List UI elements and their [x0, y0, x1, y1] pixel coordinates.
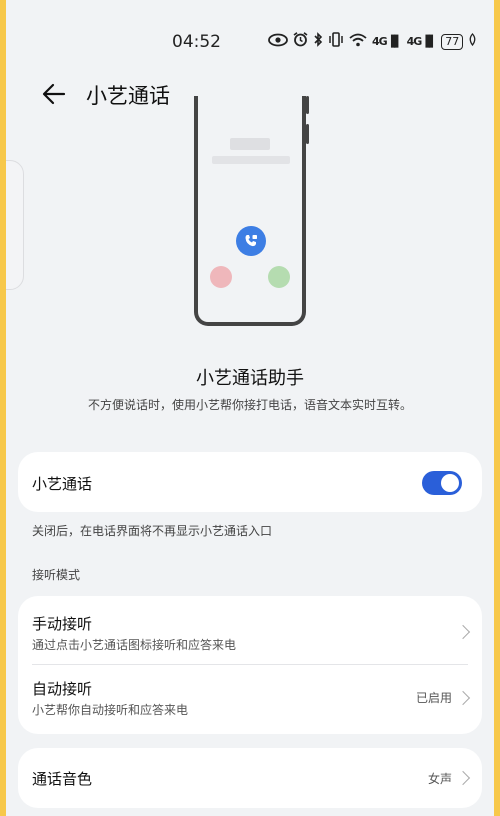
- call-voice-item[interactable]: 通话音色 女声: [18, 748, 482, 808]
- answer-mode-section-label: 接听模式: [32, 568, 81, 582]
- illustration-number-bar: [212, 156, 290, 164]
- back-button[interactable]: [40, 80, 70, 108]
- toggle-knob: [441, 474, 459, 492]
- chevron-right-icon: [455, 770, 471, 786]
- page-title: 小艺通话: [86, 84, 170, 108]
- eye-icon: [268, 33, 288, 51]
- chevron-right-icon: [455, 690, 471, 706]
- xiaoyi-call-icon: [236, 226, 266, 256]
- decline-icon: [210, 266, 232, 288]
- signal-label-1: 4G: [372, 35, 388, 48]
- wifi-icon: [349, 33, 367, 51]
- answer-mode-card: 手动接听 通过点击小艺通话图标接听和应答来电 自动接听 小艺帮你自动接听和应答来…: [18, 596, 482, 734]
- xiaoyi-call-toggle-card: 小艺通话: [18, 452, 482, 512]
- call-voice-value: 女声: [427, 772, 452, 786]
- side-panel-handle[interactable]: [6, 160, 24, 290]
- auto-answer-subtitle: 小艺帮你自动接听和应答来电: [32, 703, 189, 717]
- voice-card: 通话音色 女声: [18, 748, 482, 808]
- battery-icon: 77: [441, 33, 464, 50]
- feature-title: 小艺通话助手: [196, 368, 304, 389]
- status-icons: 4G▐▌ 4G▐▌ 77: [268, 32, 477, 51]
- manual-answer-subtitle: 通过点击小艺通话图标接听和应答来电: [32, 638, 237, 652]
- phone-side-button: [306, 124, 309, 144]
- auto-answer-item[interactable]: 自动接听 小艺帮你自动接听和应答来电 已启用: [18, 665, 482, 734]
- arrow-left-icon: [42, 83, 66, 105]
- call-voice-title: 通话音色: [32, 770, 93, 788]
- signal-label-2: 4G: [406, 35, 423, 48]
- signal-icon-2: 4G▐▌: [406, 35, 438, 48]
- leaf-icon: [468, 33, 477, 50]
- phone-illustration: [194, 96, 309, 326]
- status-bar: 04:52 4G▐▌ 4G▐▌ 77: [6, 28, 494, 56]
- illustration-name-bar: [230, 138, 270, 150]
- vibrate-icon: [328, 32, 344, 51]
- battery-level: 77: [445, 34, 460, 48]
- answer-icon: [268, 266, 290, 288]
- signal-icon-1: 4G▐▌: [372, 35, 403, 48]
- alarm-icon: [293, 32, 308, 51]
- feature-description: 不方便说话时，使用小艺帮你接打电话，语音文本实时互转。: [87, 398, 412, 412]
- manual-answer-item[interactable]: 手动接听 通过点击小艺通话图标接听和应答来电: [18, 596, 482, 664]
- chevron-right-icon: [455, 624, 471, 640]
- bluetooth-icon: [313, 32, 323, 51]
- screen: 04:52 4G▐▌ 4G▐▌ 77 小艺通话 小艺通话助手 不方便说话时，使用…: [6, 0, 494, 816]
- auto-answer-status: 已启用: [415, 691, 452, 705]
- manual-answer-title: 手动接听: [32, 615, 93, 633]
- toggle-note: 关闭后，在电话界面将不再显示小艺通话入口: [32, 524, 273, 538]
- xiaoyi-call-toggle-label: 小艺通话: [32, 475, 93, 493]
- auto-answer-title: 自动接听: [32, 680, 93, 698]
- xiaoyi-call-toggle[interactable]: [422, 471, 462, 495]
- status-time: 04:52: [172, 32, 221, 52]
- phone-side-button: [306, 96, 309, 114]
